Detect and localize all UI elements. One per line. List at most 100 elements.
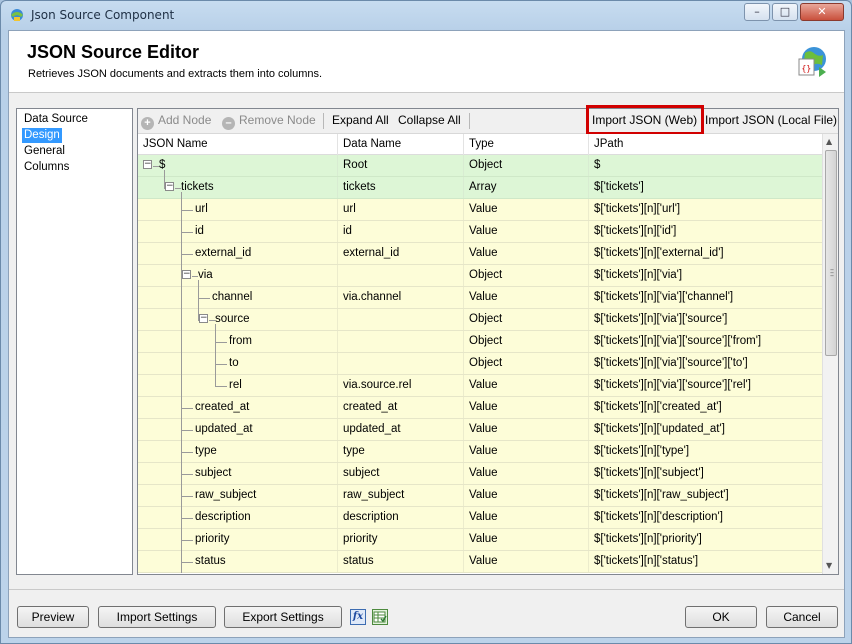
tree-line — [215, 375, 216, 386]
cancel-button[interactable]: Cancel — [766, 606, 838, 628]
nav-list[interactable]: Data Source Design General Columns — [16, 108, 133, 575]
table-row[interactable]: type type Value $['tickets'][n]['type'] — [138, 441, 822, 463]
table-row[interactable]: created_at created_at Value $['tickets'][n]… — [138, 397, 822, 419]
table-row[interactable]: to Object $['tickets'][n]['via']['source']… — [138, 353, 822, 375]
title-bar[interactable]: Json Source Component – □ ✕ — [1, 1, 851, 29]
tree-line — [181, 287, 182, 309]
close-button[interactable]: ✕ — [800, 3, 844, 21]
jpath-cell: $['tickets'][n]['status'] — [594, 555, 699, 567]
data-name-cell: created_at — [338, 397, 464, 418]
jpath-cell: $['tickets'][n]['external_id'] — [594, 247, 724, 259]
table-row[interactable]: rel via.source.rel Value $['tickets'][n]['v… — [138, 375, 822, 397]
minus-icon: – — [222, 117, 235, 130]
jpath-cell: $['tickets'][n]['updated_at'] — [594, 423, 725, 435]
collapse-toggle-icon[interactable]: − — [143, 160, 152, 169]
plus-icon: + — [141, 117, 154, 130]
table-row[interactable]: channel via.channel Value $['tickets'][n]['… — [138, 287, 822, 309]
jpath-cell: $['tickets'][n]['via']['channel'] — [594, 291, 734, 303]
table-row[interactable]: − via Object $['tickets'][n]['via'] — [138, 265, 822, 287]
jpath-cell: $['tickets'][n]['raw_subject'] — [594, 489, 729, 501]
table-row[interactable]: − tickets tickets Array $['tickets'] — [138, 177, 822, 199]
jpath-cell: $['tickets'][n]['type'] — [594, 445, 690, 457]
json-name-column — [138, 441, 338, 462]
type-cell: Value — [464, 397, 589, 418]
export-settings-button[interactable]: Export Settings — [224, 606, 342, 628]
collapse-toggle-icon[interactable]: − — [199, 314, 208, 323]
type-cell: Value — [464, 529, 589, 550]
column-header-jpath[interactable]: JPath — [589, 134, 822, 155]
table-row[interactable]: from Object $['tickets'][n]['via']['source… — [138, 331, 822, 353]
data-name-cell: type — [338, 441, 464, 462]
json-name-column — [138, 155, 338, 176]
editor-header: JSON Source Editor Retrieves JSON docume… — [9, 31, 844, 93]
type-cell: Object — [464, 265, 589, 286]
json-name-cell: raw_subject — [195, 489, 257, 501]
table-row[interactable]: subject subject Value $['tickets'][n]['subj… — [138, 463, 822, 485]
nav-item-design[interactable]: Design — [22, 128, 62, 143]
json-name-cell: to — [229, 357, 239, 369]
collapse-all-button[interactable]: Collapse All — [398, 113, 461, 130]
nav-item-columns[interactable]: Columns — [22, 160, 71, 175]
json-name-cell: url — [195, 203, 208, 215]
scroll-up-icon[interactable]: ▲ — [826, 137, 832, 146]
table-row[interactable]: description description Value $['tickets'][… — [138, 507, 822, 529]
add-node-button[interactable]: + Add Node — [141, 113, 211, 130]
tree-line — [181, 375, 182, 397]
data-name-cell: priority — [338, 529, 464, 550]
data-name-cell: raw_subject — [338, 485, 464, 506]
json-name-cell: external_id — [195, 247, 252, 259]
data-name-cell: tickets — [338, 177, 464, 198]
ok-button[interactable]: OK — [685, 606, 757, 628]
fx-icon[interactable]: fx — [350, 609, 366, 625]
minimize-button[interactable]: – — [744, 3, 770, 21]
maximize-icon: □ — [779, 5, 791, 18]
table-row[interactable]: url url Value $['tickets'][n]['url'] — [138, 199, 822, 221]
footer-divider — [9, 589, 844, 590]
table-row[interactable]: external_id external_id Value $['tickets'][… — [138, 243, 822, 265]
json-name-cell: updated_at — [195, 423, 253, 435]
json-name-cell: channel — [212, 291, 253, 303]
collapse-toggle-icon[interactable]: − — [165, 182, 174, 191]
add-node-label: Add Node — [158, 113, 212, 127]
window-title: Json Source Component — [31, 8, 175, 22]
import-json-local-file-button[interactable]: Import JSON (Local File) — [705, 113, 837, 130]
json-name-cell: source — [215, 313, 250, 325]
json-name-cell: priority — [195, 533, 230, 545]
preview-button[interactable]: Preview — [17, 606, 89, 628]
jpath-cell: $ — [594, 159, 601, 171]
json-name-column — [138, 529, 338, 550]
table-row[interactable]: status status Value $['tickets'][n]['status… — [138, 551, 822, 573]
collapse-toggle-icon[interactable]: − — [182, 270, 191, 279]
type-cell: Object — [464, 331, 589, 352]
type-cell: Value — [464, 419, 589, 440]
svg-text:{}: {} — [802, 64, 812, 73]
data-name-cell — [338, 353, 464, 374]
jpath-cell: $['tickets'][n]['description'] — [594, 511, 723, 523]
type-cell: Value — [464, 551, 589, 572]
toolbar-separator — [469, 113, 470, 129]
jpath-cell: $['tickets'][n]['priority'] — [594, 533, 702, 545]
table-row[interactable]: − source Object $['tickets'][n]['via']['sou… — [138, 309, 822, 331]
column-header-type[interactable]: Type — [464, 134, 589, 155]
remove-node-button[interactable]: – Remove Node — [222, 113, 316, 130]
table-row[interactable]: raw_subject raw_subject Value $['tickets'][… — [138, 485, 822, 507]
type-cell: Value — [464, 221, 589, 242]
table-row[interactable]: id id Value $['tickets'][n]['id'] — [138, 221, 822, 243]
maximize-button[interactable]: □ — [772, 3, 798, 21]
jpath-cell: $['tickets'][n]['via']['source']['to'] — [594, 357, 748, 369]
import-settings-button[interactable]: Import Settings — [98, 606, 216, 628]
column-header-json-name[interactable]: JSON Name — [138, 134, 338, 155]
expand-all-button[interactable]: Expand All — [332, 113, 389, 130]
table-row[interactable]: updated_at updated_at Value $['tickets'][n]… — [138, 419, 822, 441]
table-row[interactable]: − $ Root Object $ — [138, 155, 822, 177]
tree-line — [181, 452, 193, 453]
vertical-scrollbar[interactable]: ▲ – – – ▼ — [822, 134, 838, 574]
column-header-data-name[interactable]: Data Name — [338, 134, 464, 155]
table-row[interactable]: priority priority Value $['tickets'][n]['pr… — [138, 529, 822, 551]
scroll-thumb[interactable]: – – – — [825, 150, 837, 356]
scroll-down-icon[interactable]: ▼ — [826, 561, 832, 570]
nav-item-general[interactable]: General — [22, 144, 67, 159]
data-name-cell: via.channel — [338, 287, 464, 308]
nav-item-data-source[interactable]: Data Source — [22, 112, 90, 127]
spreadsheet-icon[interactable] — [372, 609, 388, 625]
